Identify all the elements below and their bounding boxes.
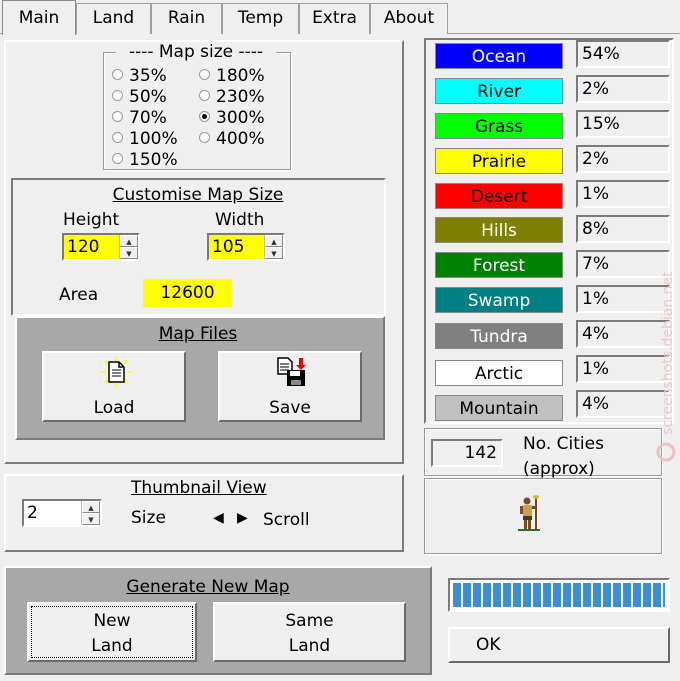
terrain-desert-pct: 1% [576,180,670,208]
map-files-title: Map Files [158,324,238,344]
settler-unit-icon [518,495,540,531]
radio-dot [199,89,210,101]
radio-100[interactable]: 100% [112,129,178,149]
tab-about[interactable]: About [370,3,448,34]
height-input[interactable]: 120 ▲ ▼ [62,233,140,261]
area-label: Area [59,285,99,305]
thumbnail-size-input[interactable]: 2 ▲ ▼ [22,499,102,527]
watermark-logo-icon [656,442,676,462]
terrain-arctic-swatch: Arctic [435,360,563,386]
radio-dot [112,131,123,143]
terrain-hills-swatch: Hills [435,217,563,243]
height-label: Height [63,210,120,230]
radio-150[interactable]: 150% [112,150,178,170]
terrain-ocean-pct: 54% [576,40,670,68]
terrain-tundra-swatch: Tundra [435,323,563,349]
radio-label: 300% [216,108,265,128]
radio-50[interactable]: 50% [112,87,167,107]
tab-bar: Main Land Rain Temp Extra About [0,0,680,35]
load-file-icon [101,357,131,387]
cities-count: 142 [431,439,503,467]
area-value: 12600 [143,279,232,307]
radio-230[interactable]: 230% [199,87,265,107]
save-button[interactable]: Save [218,351,362,422]
radio-label: 180% [216,66,265,86]
unit-preview-panel [424,478,662,554]
map-size-title: ---- Map size ---- [116,42,276,64]
spin-down-icon[interactable]: ▼ [265,247,283,259]
radio-dot [112,152,123,164]
terrain-forest-swatch: Forest [435,252,563,278]
terrain-swamp-swatch: Swamp [435,287,563,313]
radio-300[interactable]: 300% [199,108,265,128]
spin-up-icon[interactable]: ▲ [120,235,138,247]
terrain-grass-pct: 15% [576,110,670,138]
load-label: Load [93,398,135,418]
watermark: screenshots.debian.net [656,271,676,462]
size-label: Size [131,508,166,528]
terrain-ocean-swatch: Ocean [435,43,563,69]
radio-dot [112,110,123,122]
spin-up-icon[interactable]: ▲ [82,501,100,513]
radio-label: 230% [216,87,265,107]
scroll-label: Scroll [263,510,310,530]
height-value: 120 [67,237,100,257]
radio-label: 70% [129,108,167,128]
terrain-desert-swatch: Desert [435,183,563,209]
tab-extra[interactable]: Extra [299,3,370,34]
radio-dot [199,68,210,80]
radio-400[interactable]: 400% [199,129,265,149]
watermark-text: screenshots.debian.net [660,271,676,435]
radio-label: 100% [129,129,178,149]
radio-180[interactable]: 180% [199,66,265,86]
save-label: Save [269,398,311,418]
width-value: 105 [212,237,245,257]
radio-label: 400% [216,129,265,149]
radio-dot [112,68,123,80]
radio-35[interactable]: 35% [112,66,167,86]
spin-down-icon[interactable]: ▼ [82,513,100,525]
width-stepper[interactable]: ▲ ▼ [264,235,283,259]
scroll-left-icon[interactable]: ◀ [213,510,224,526]
radio-70[interactable]: 70% [112,108,167,128]
terrain-mountain-swatch: Mountain [435,395,563,421]
scroll-right-icon[interactable]: ▶ [237,510,248,526]
thumbnail-title: Thumbnail View [131,478,267,498]
height-stepper[interactable]: ▲ ▼ [119,235,138,259]
radio-dot [112,89,123,101]
width-label: Width [215,210,265,230]
thumbnail-size-value: 2 [27,503,38,523]
tab-rain[interactable]: Rain [151,3,222,34]
terrain-river-swatch: River [435,78,563,104]
generate-title: Generate New Map [126,577,290,597]
radio-dot [199,131,210,143]
progress-fill [453,583,665,607]
terrain-grass-swatch: Grass [435,113,563,139]
thumbnail-size-stepper[interactable]: ▲ ▼ [81,501,100,525]
width-input[interactable]: 105 ▲ ▼ [207,233,285,261]
cities-label: No. Cities (approx) [523,434,604,479]
terrain-prairie-pct: 2% [576,145,670,173]
tab-land[interactable]: Land [76,3,151,34]
radio-dot-selected [199,110,210,122]
customise-title: Customise Map Size [112,185,284,205]
save-floppy-icon [277,357,306,386]
terrain-river-pct: 2% [576,75,670,103]
progress-bar [448,578,670,612]
same-land-button[interactable]: Same Land [213,602,406,662]
ok-button[interactable]: OK [448,627,670,663]
tab-temp[interactable]: Temp [222,3,299,34]
load-button[interactable]: Load [42,351,186,422]
radio-label: 35% [129,66,167,86]
terrain-prairie-swatch: Prairie [435,148,563,174]
spin-up-icon[interactable]: ▲ [265,235,283,247]
radio-label: 150% [129,150,178,170]
spin-down-icon[interactable]: ▼ [120,247,138,259]
new-land-button[interactable]: New Land [27,602,197,662]
radio-label: 50% [129,87,167,107]
tab-main[interactable]: Main [2,0,76,35]
